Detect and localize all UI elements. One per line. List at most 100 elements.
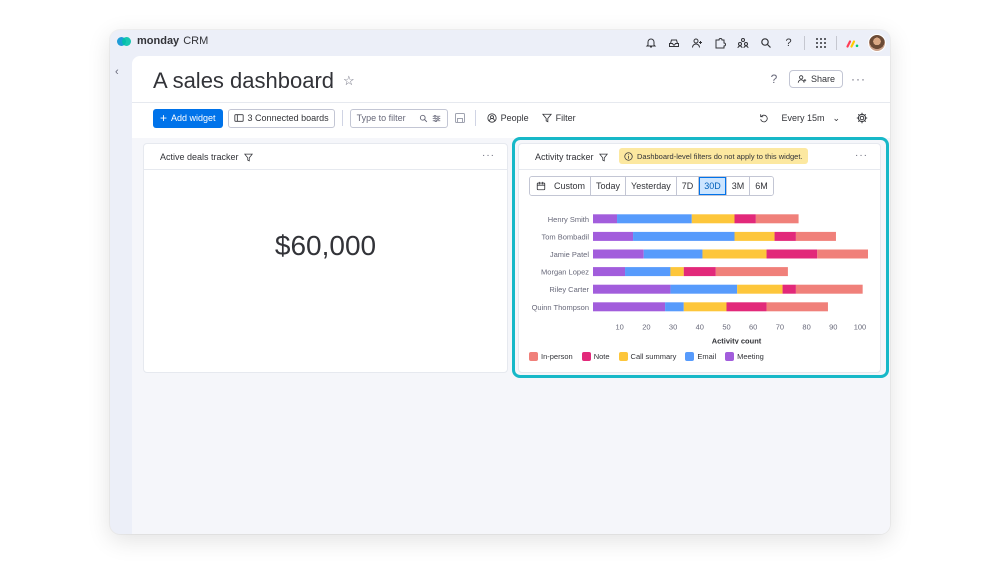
- search-icon[interactable]: [758, 36, 773, 51]
- bar-segment-in-person[interactable]: [817, 249, 868, 259]
- bar-segment-note[interactable]: [774, 231, 796, 241]
- bar-segment-in-person[interactable]: [715, 267, 788, 277]
- separator: [836, 36, 837, 50]
- range-today[interactable]: Today: [591, 177, 627, 195]
- date-range-selector: Custom Today Yesterday 7D 30D 3M 6M: [529, 176, 774, 196]
- filter-input[interactable]: Type to filter: [349, 108, 448, 128]
- apps-grid-icon[interactable]: [813, 36, 828, 51]
- share-label: Share: [810, 74, 835, 84]
- legend-swatch: [725, 352, 735, 361]
- person-circle-icon: [487, 113, 497, 123]
- more-options-icon[interactable]: ···: [855, 150, 868, 161]
- refresh-icon: [760, 114, 769, 123]
- bar-segment-note[interactable]: [726, 302, 767, 312]
- x-tick-label: 40: [696, 323, 704, 332]
- chart-legend: In-person Note Call summary Email Meeting: [529, 352, 764, 361]
- legend-item-call-summary[interactable]: Call summary: [618, 352, 676, 361]
- dashboard-toolbar: + Add widget 3 Connected boards Type to …: [153, 108, 869, 128]
- user-avatar[interactable]: [868, 34, 886, 52]
- monday-apps-logo-icon[interactable]: [845, 36, 860, 51]
- bar-segment-email[interactable]: [633, 231, 735, 241]
- more-options-icon[interactable]: ···: [482, 150, 495, 161]
- brand-product: CRM: [183, 35, 209, 47]
- inbox-icon[interactable]: [666, 36, 681, 51]
- brand[interactable]: monday CRM: [117, 35, 208, 47]
- bar-segment-in-person[interactable]: [795, 231, 836, 241]
- funnel-icon[interactable]: [598, 153, 608, 162]
- range-3m[interactable]: 3M: [726, 177, 751, 195]
- bar-segment-note[interactable]: [734, 214, 756, 224]
- bar-segment-email[interactable]: [643, 249, 703, 259]
- teams-icon[interactable]: [735, 36, 750, 51]
- board-icon: [233, 114, 244, 122]
- info-icon: [624, 151, 633, 161]
- legend-item-email[interactable]: Email: [685, 352, 716, 361]
- bar-segment-call-summary[interactable]: [683, 302, 727, 312]
- bar-segment-meeting[interactable]: [593, 249, 644, 259]
- range-7d[interactable]: 7D: [676, 177, 700, 195]
- star-icon[interactable]: ☆: [343, 73, 355, 89]
- bar-segment-meeting[interactable]: [593, 302, 666, 312]
- bar-segment-meeting[interactable]: [593, 231, 634, 241]
- invite-members-icon[interactable]: [689, 36, 704, 51]
- help-icon[interactable]: ?: [767, 72, 781, 86]
- filter-button[interactable]: Filter: [538, 113, 580, 123]
- range-label: 30D: [704, 181, 721, 191]
- settings-gear-icon[interactable]: [854, 111, 869, 126]
- more-options-icon[interactable]: ···: [851, 72, 866, 86]
- range-yesterday[interactable]: Yesterday: [626, 177, 677, 195]
- bell-icon[interactable]: [643, 36, 658, 51]
- bar-segment-email[interactable]: [665, 302, 684, 312]
- legend-item-note[interactable]: Note: [581, 352, 610, 361]
- bar-segment-email[interactable]: [670, 284, 738, 294]
- bar-segment-in-person[interactable]: [755, 214, 799, 224]
- add-widget-button[interactable]: + Add widget: [153, 108, 223, 128]
- bar-segment-note[interactable]: [782, 284, 796, 294]
- save-icon[interactable]: [453, 111, 468, 126]
- bar-segment-call-summary[interactable]: [670, 267, 684, 277]
- integrations-icon[interactable]: [712, 36, 727, 51]
- category-label: Jamie Patel: [550, 250, 590, 259]
- legend-item-in-person[interactable]: In-person: [529, 352, 573, 361]
- bar-segment-email[interactable]: [625, 267, 671, 277]
- bar-segment-note[interactable]: [683, 267, 716, 277]
- bar-segment-call-summary[interactable]: [691, 214, 735, 224]
- bar-segment-call-summary[interactable]: [702, 249, 767, 259]
- legend-swatch: [685, 352, 695, 361]
- range-label: 3M: [731, 181, 745, 191]
- legend-label: Meeting: [737, 352, 764, 361]
- filter-label: Filter: [555, 113, 576, 123]
- widget-title: Active deals tracker: [160, 152, 239, 162]
- range-custom[interactable]: Custom: [530, 177, 592, 195]
- bar-segment-meeting[interactable]: [593, 267, 626, 277]
- filter-placeholder: Type to filter: [356, 113, 406, 123]
- share-button[interactable]: Share: [788, 70, 843, 88]
- category-label: Tom Bombadil: [541, 232, 589, 241]
- divider: [132, 102, 890, 103]
- refresh-interval-dropdown[interactable]: Every 15m ⌄: [755, 113, 844, 124]
- bar-segment-in-person[interactable]: [766, 302, 828, 312]
- help-icon[interactable]: ?: [781, 36, 796, 51]
- bar-segment-meeting[interactable]: [593, 284, 671, 294]
- funnel-icon[interactable]: [243, 153, 253, 162]
- bar-segment-in-person[interactable]: [795, 284, 863, 294]
- refresh-label: Every 15m: [781, 113, 825, 123]
- bar-segment-meeting[interactable]: [593, 214, 618, 224]
- plus-icon: +: [160, 111, 168, 125]
- range-30d[interactable]: 30D: [699, 177, 727, 195]
- bar-segment-email[interactable]: [617, 214, 692, 224]
- toolbar-right: Every 15m ⌄: [755, 111, 869, 126]
- chevron-down-icon: ⌄: [832, 112, 840, 123]
- bar-segment-call-summary[interactable]: [737, 284, 783, 294]
- connected-boards-button[interactable]: 3 Connected boards: [227, 108, 335, 128]
- bar-segment-note[interactable]: [766, 249, 818, 259]
- legend-item-meeting[interactable]: Meeting: [725, 352, 764, 361]
- top-bar: monday CRM ?: [110, 30, 890, 56]
- range-6m[interactable]: 6M: [750, 177, 773, 195]
- chevron-left-icon[interactable]: ‹: [115, 66, 119, 78]
- bar-segment-call-summary[interactable]: [734, 231, 775, 241]
- funnel-icon: [541, 113, 552, 123]
- people-filter-button[interactable]: People: [483, 113, 533, 123]
- filter-settings-icon[interactable]: [432, 114, 441, 123]
- category-label: Henry Smith: [548, 215, 589, 224]
